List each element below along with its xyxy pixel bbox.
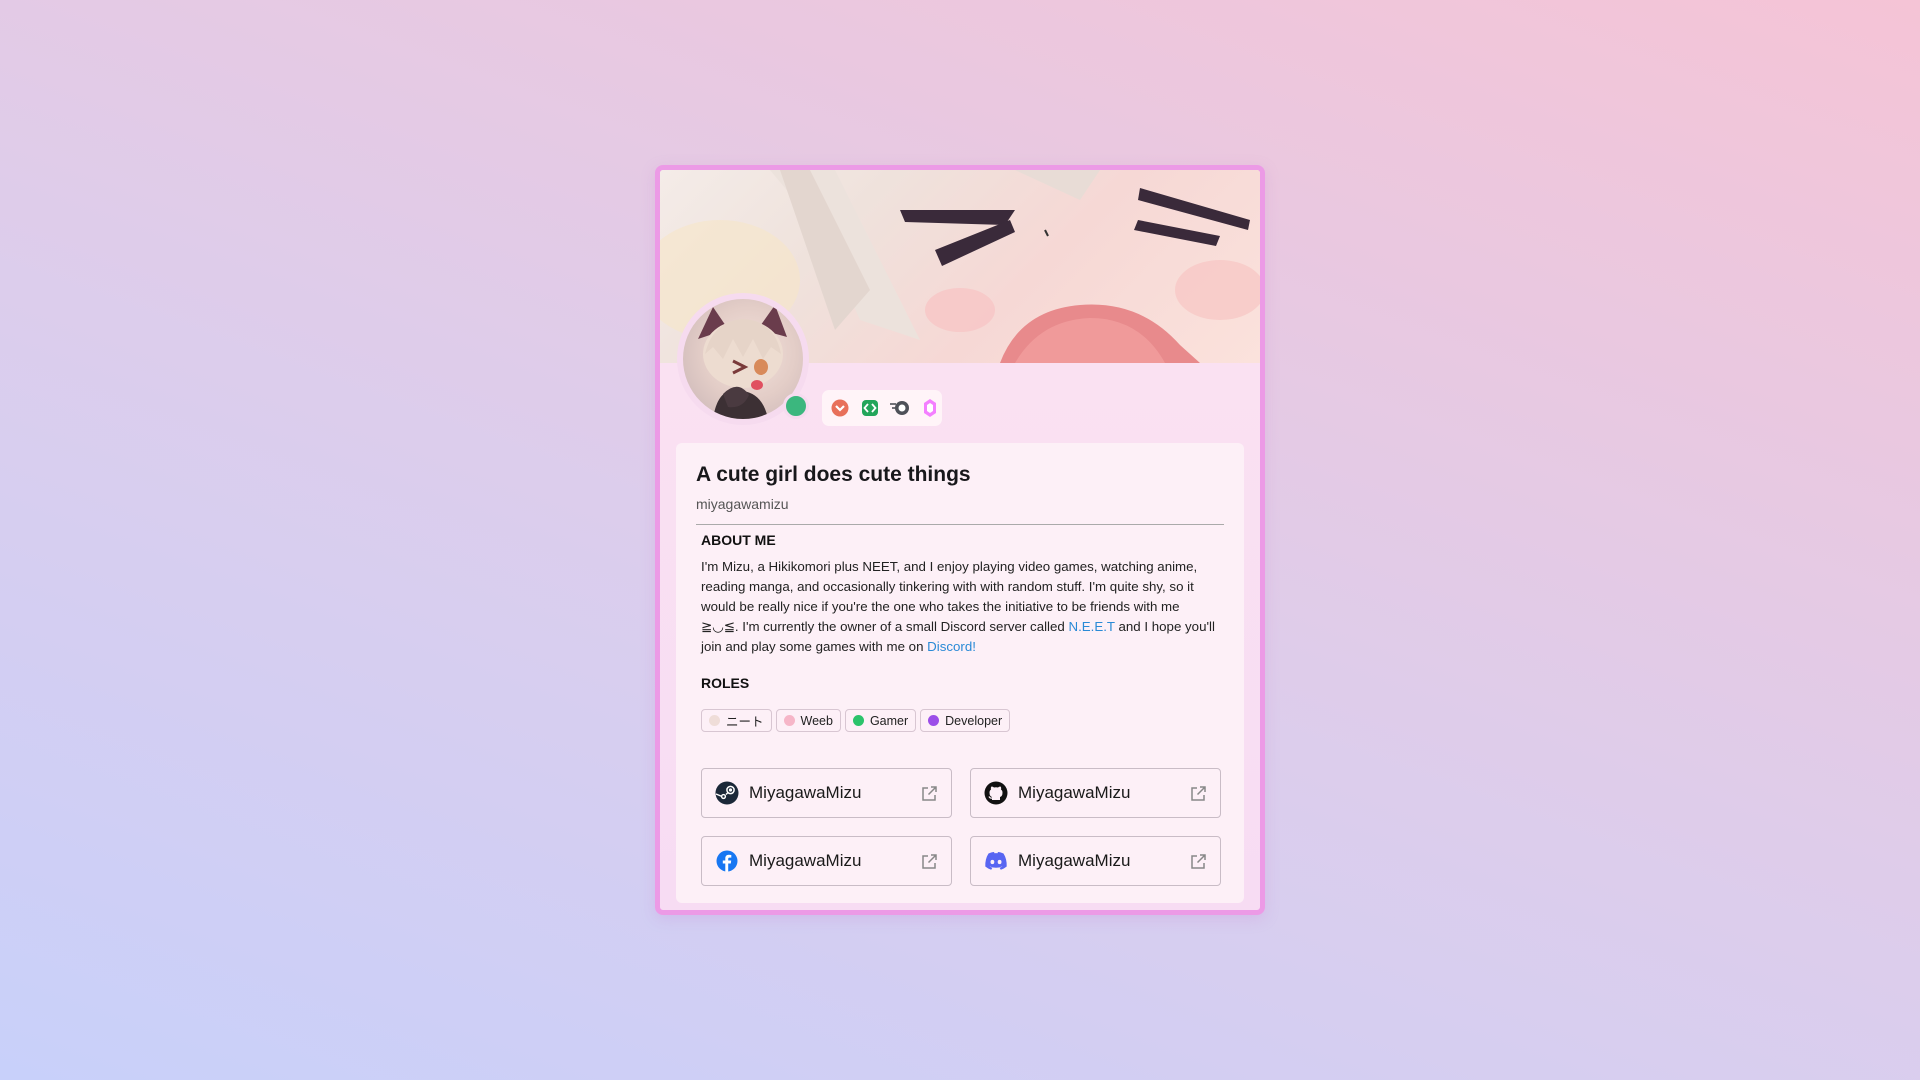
- divider: [696, 524, 1224, 525]
- steam-link-button[interactable]: MiyagawaMizu: [701, 768, 952, 818]
- roles-heading: ROLES: [701, 675, 750, 691]
- nitro-boost-badge-icon[interactable]: [918, 396, 942, 420]
- role-color-dot: [783, 715, 795, 726]
- role-label: Gamer: [869, 713, 909, 728]
- active-developer-badge-icon[interactable]: [858, 396, 882, 420]
- role-label: Weeb: [800, 713, 833, 728]
- role-color-dot: [852, 715, 864, 726]
- facebook-link-button[interactable]: MiyagawaMizu: [701, 836, 952, 886]
- about-me-heading: ABOUT ME: [701, 532, 776, 548]
- online-status-indicator: [783, 393, 809, 419]
- facebook-icon: [715, 849, 739, 873]
- roles-list: ニート Weeb Gamer Developer: [701, 709, 1224, 732]
- about-me-text: I'm Mizu, a Hikikomori plus NEET, and I …: [701, 557, 1216, 657]
- external-link-icon: [922, 854, 937, 869]
- external-link-icon: [1191, 786, 1206, 801]
- role-color-dot: [709, 715, 720, 726]
- discord-invite-link[interactable]: Discord!: [927, 639, 976, 654]
- link-label: MiyagawaMizu: [749, 851, 862, 870]
- link-label: MiyagawaMizu: [1018, 783, 1131, 802]
- external-link-icon: [1191, 854, 1206, 869]
- role-chip-neet[interactable]: ニート: [701, 709, 772, 732]
- discord-icon: [984, 849, 1008, 873]
- profile-card: A cute girl does cute things miyagawamiz…: [655, 165, 1265, 915]
- steam-icon: [715, 781, 739, 805]
- github-icon: [984, 781, 1008, 805]
- role-chip-gamer[interactable]: Gamer: [844, 709, 917, 732]
- hypesquad-badge-icon[interactable]: [828, 396, 852, 420]
- profile-title: A cute girl does cute things: [696, 463, 971, 486]
- quest-badge-icon[interactable]: [888, 396, 912, 420]
- badge-bar: [822, 390, 942, 426]
- role-chip-developer[interactable]: Developer: [920, 709, 1011, 732]
- profile-content: A cute girl does cute things miyagawamiz…: [676, 443, 1244, 903]
- social-links: MiyagawaMizu MiyagawaMizu MiyagawaMizu M…: [701, 768, 1224, 886]
- link-label: MiyagawaMizu: [749, 783, 862, 802]
- external-link-icon: [922, 786, 937, 801]
- discord-link-button[interactable]: MiyagawaMizu: [970, 836, 1221, 886]
- role-color-dot: [928, 715, 940, 726]
- role-chip-weeb[interactable]: Weeb: [775, 709, 841, 732]
- username: miyagawamizu: [696, 496, 789, 512]
- role-label: ニート: [726, 715, 764, 729]
- link-label: MiyagawaMizu: [1018, 851, 1131, 870]
- role-label: Developer: [945, 713, 1003, 728]
- github-link-button[interactable]: MiyagawaMizu: [970, 768, 1221, 818]
- neet-server-link[interactable]: N.E.E.T: [1068, 619, 1114, 634]
